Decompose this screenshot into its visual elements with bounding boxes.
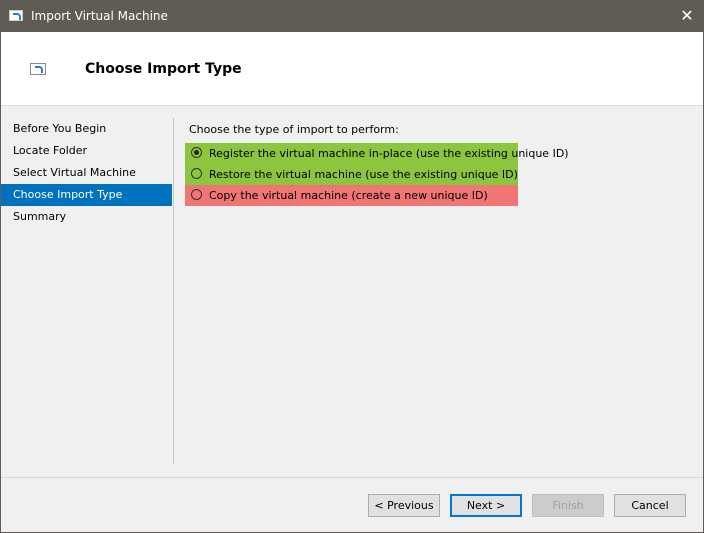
radio-copy[interactable]: [191, 189, 202, 200]
radio-restore[interactable]: [191, 168, 202, 179]
sidebar-item-summary[interactable]: Summary: [1, 206, 172, 228]
finish-button: Finish: [532, 494, 604, 517]
option-register-in-place[interactable]: Register the virtual machine in-place (u…: [185, 143, 569, 164]
option-label: Restore the virtual machine (use the exi…: [209, 168, 518, 181]
next-button[interactable]: Next >: [450, 494, 522, 517]
title-bar: Import Virtual Machine ✕: [1, 1, 703, 32]
previous-button[interactable]: < Previous: [368, 494, 440, 517]
option-copy[interactable]: Copy the virtual machine (create a new u…: [185, 185, 518, 206]
import-vm-icon: [30, 63, 46, 75]
cancel-button[interactable]: Cancel: [614, 494, 686, 517]
sidebar-divider: [173, 118, 174, 464]
import-vm-window: Import Virtual Machine ✕ Choose Import T…: [0, 0, 704, 533]
radio-register-in-place[interactable]: [191, 147, 202, 158]
import-type-prompt: Choose the type of import to perform:: [189, 123, 399, 136]
sidebar-item-select-virtual-machine[interactable]: Select Virtual Machine: [1, 162, 172, 184]
sidebar-item-choose-import-type[interactable]: Choose Import Type: [1, 184, 172, 206]
sidebar-item-before-you-begin[interactable]: Before You Begin: [1, 118, 172, 140]
import-vm-app-icon: [9, 10, 23, 21]
close-button[interactable]: ✕: [671, 1, 703, 32]
option-label: Copy the virtual machine (create a new u…: [209, 189, 488, 202]
option-restore[interactable]: Restore the virtual machine (use the exi…: [185, 164, 518, 185]
option-label: Register the virtual machine in-place (u…: [209, 147, 569, 160]
footer-separator: [1, 477, 703, 478]
window-title: Import Virtual Machine: [31, 9, 168, 23]
sidebar-item-locate-folder[interactable]: Locate Folder: [1, 140, 172, 162]
import-type-panel: Choose the type of import to perform: Re…: [185, 123, 569, 206]
page-title: Choose Import Type: [85, 61, 242, 77]
wizard-header: Choose Import Type: [1, 32, 703, 106]
wizard-steps-sidebar: Before You Begin Locate Folder Select Vi…: [1, 118, 172, 228]
